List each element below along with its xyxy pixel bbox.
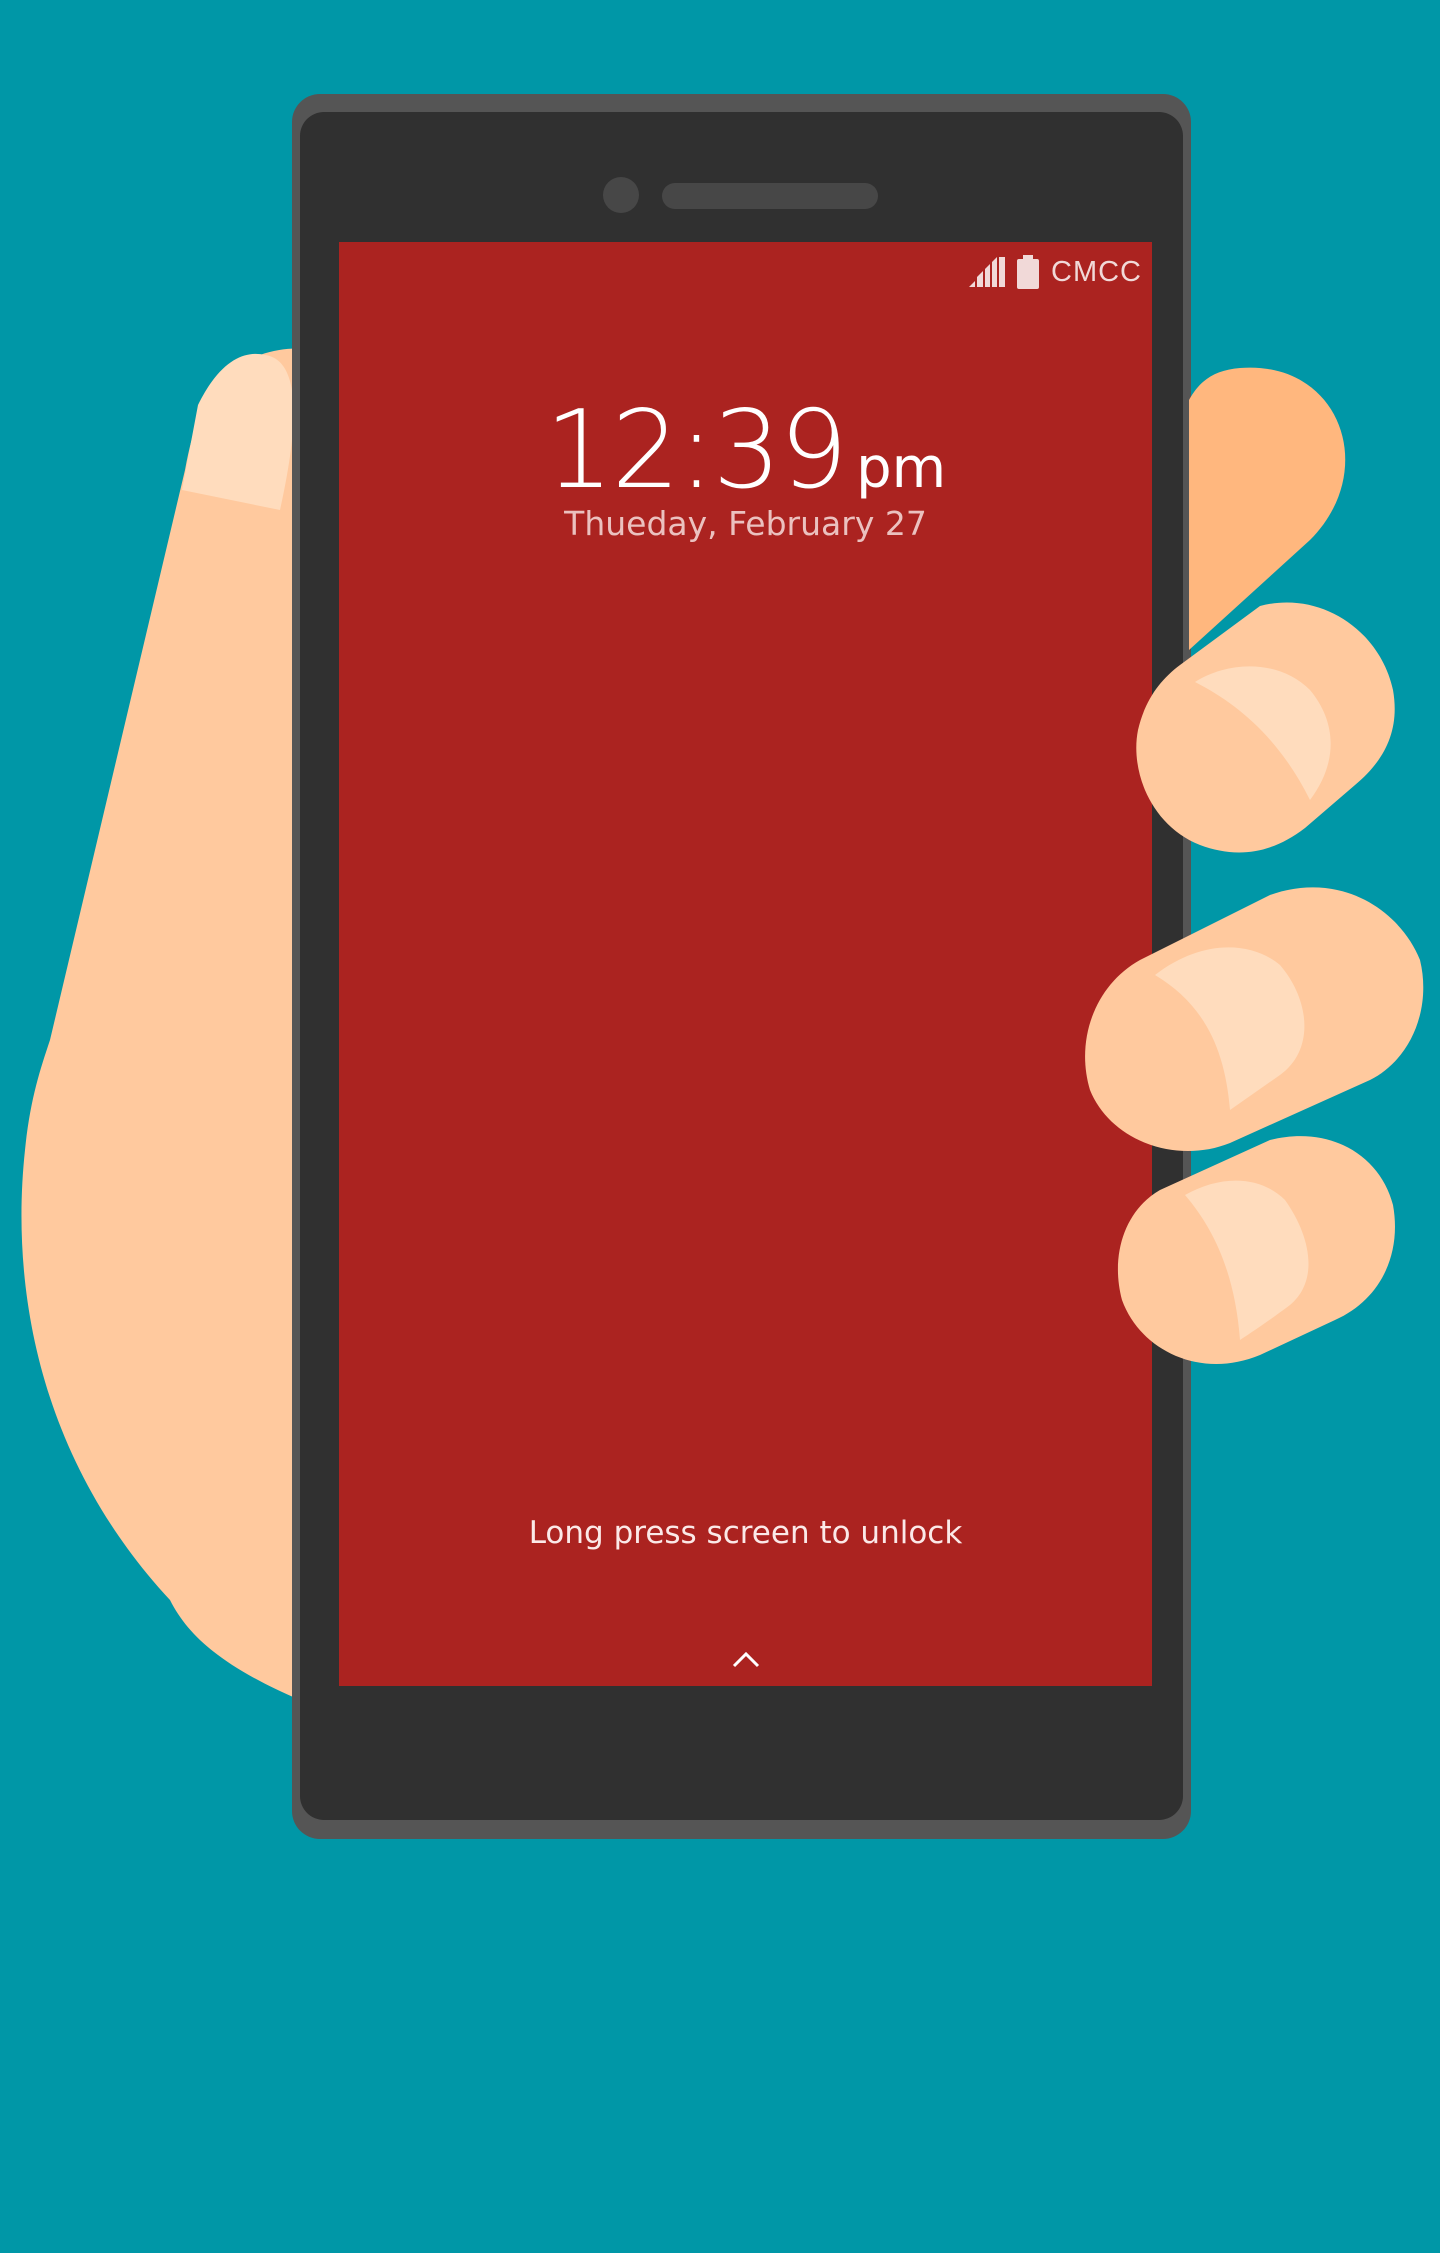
finger-little	[1117, 1136, 1395, 1364]
hand-front	[1085, 367, 1424, 1364]
finger-ring	[1085, 887, 1424, 1152]
illustration-scene: CMCC 12:39 pm Thueday, February 27 Long p…	[0, 0, 1440, 2253]
finger-middle	[1136, 602, 1395, 853]
